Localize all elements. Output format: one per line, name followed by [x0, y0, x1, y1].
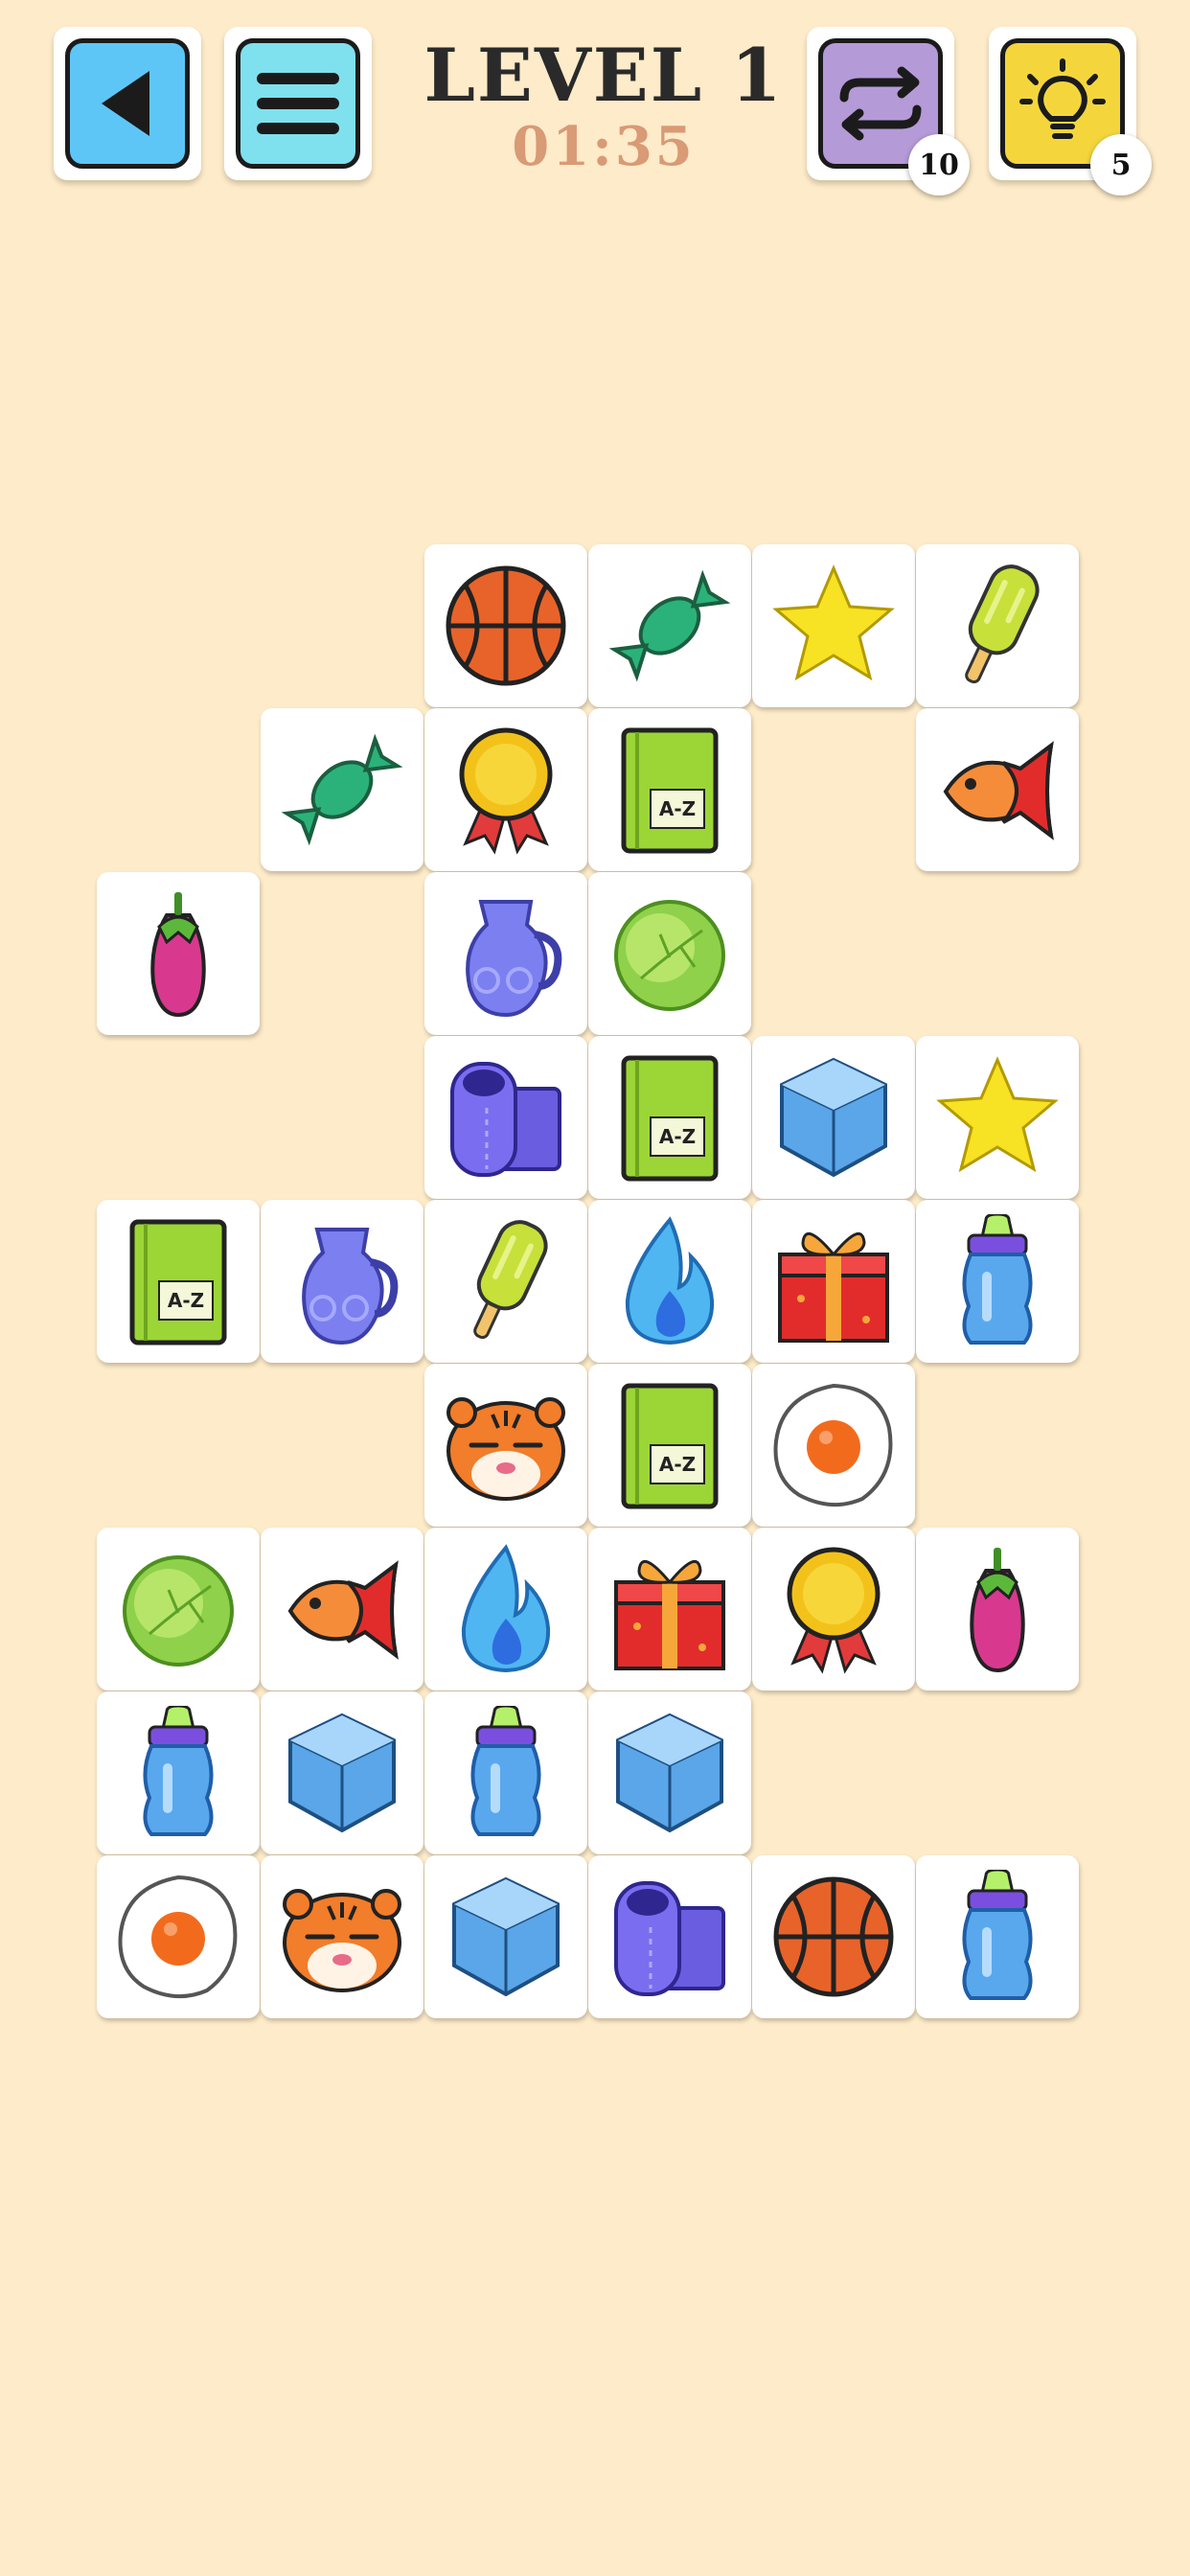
fried-egg-icon: [773, 1383, 893, 1507]
menu-button[interactable]: [224, 27, 372, 180]
tile-basketball[interactable]: [424, 544, 587, 707]
tile-jug[interactable]: [261, 1200, 423, 1363]
popsicle-icon: [473, 1220, 548, 1340]
toilet-paper-icon: [450, 1062, 561, 1177]
candy-icon: [608, 569, 731, 682]
tile-lettuce[interactable]: [588, 872, 751, 1035]
tile-book[interactable]: A-Z: [588, 1036, 751, 1199]
book-icon: A-Z: [621, 727, 719, 854]
tile-baby-bottle[interactable]: [916, 1855, 1079, 2018]
ice-cube-icon: [616, 1713, 723, 1833]
book-icon: A-Z: [621, 1383, 719, 1509]
tile-fire[interactable]: [424, 1528, 587, 1690]
medal-icon: [787, 1547, 881, 1674]
tile-book[interactable]: A-Z: [588, 708, 751, 871]
fried-egg-icon: [118, 1874, 238, 1999]
eggplant-icon: [150, 892, 206, 1018]
tile-gift[interactable]: [588, 1528, 751, 1690]
tile-book[interactable]: A-Z: [588, 1364, 751, 1527]
ice-cube-icon: [452, 1876, 560, 1997]
tile-baby-bottle[interactable]: [424, 1691, 587, 1854]
tile-candy[interactable]: [588, 544, 751, 707]
basketball-icon: [446, 565, 566, 686]
timer: 01:35: [512, 115, 696, 178]
tile-fish[interactable]: [261, 1528, 423, 1690]
tile-toilet-paper[interactable]: [588, 1855, 751, 2018]
tile-ice-cube[interactable]: [752, 1036, 915, 1199]
svg-text:A-Z: A-Z: [659, 1453, 696, 1476]
ice-cube-icon: [780, 1057, 887, 1178]
baby-bottle-icon: [470, 1706, 541, 1836]
back-button[interactable]: [54, 27, 201, 180]
tile-basketball[interactable]: [752, 1855, 915, 2018]
popsicle-icon: [965, 564, 1040, 684]
tile-fried-egg[interactable]: [752, 1364, 915, 1527]
medal-icon: [459, 727, 553, 855]
tiger-icon: [446, 1397, 565, 1501]
lettuce-icon: [614, 900, 725, 1011]
tile-medal[interactable]: [424, 708, 587, 871]
shuffle-count-badge: 10: [908, 134, 970, 196]
star-icon: [936, 1056, 1059, 1173]
jug-icon: [466, 900, 562, 1018]
tile-eggplant[interactable]: [916, 1528, 1079, 1690]
level-title: LEVEL 1: [423, 33, 784, 118]
book-icon: A-Z: [129, 1219, 227, 1346]
tile-baby-bottle[interactable]: [916, 1200, 1079, 1363]
gift-icon: [614, 1559, 725, 1670]
baby-bottle-icon: [143, 1706, 214, 1836]
tile-ice-cube[interactable]: [424, 1855, 587, 2018]
tile-toilet-paper[interactable]: [424, 1036, 587, 1199]
fire-icon: [625, 1216, 715, 1346]
eggplant-icon: [970, 1548, 1025, 1673]
tile-baby-bottle[interactable]: [97, 1691, 260, 1854]
ice-cube-icon: [288, 1713, 396, 1833]
tile-popsicle[interactable]: [424, 1200, 587, 1363]
tile-jug[interactable]: [424, 872, 587, 1035]
tile-tiger[interactable]: [261, 1855, 423, 2018]
hint-button[interactable]: 5: [989, 27, 1152, 196]
tile-popsicle[interactable]: [916, 544, 1079, 707]
tile-star[interactable]: [916, 1036, 1079, 1199]
toilet-paper-icon: [614, 1881, 725, 1996]
fish-icon: [287, 1560, 399, 1660]
tile-fire[interactable]: [588, 1200, 751, 1363]
star-icon: [772, 564, 895, 681]
tile-star[interactable]: [752, 544, 915, 707]
book-icon: A-Z: [621, 1055, 719, 1182]
tile-fish[interactable]: [916, 708, 1079, 871]
svg-text:A-Z: A-Z: [659, 1125, 696, 1148]
jug-icon: [302, 1228, 399, 1346]
candy-icon: [281, 733, 403, 846]
tile-tiger[interactable]: [424, 1364, 587, 1527]
fish-icon: [943, 741, 1054, 840]
tile-ice-cube[interactable]: [588, 1691, 751, 1854]
baby-bottle-icon: [962, 1214, 1033, 1345]
tile-medal[interactable]: [752, 1528, 915, 1690]
menu-icon: [236, 38, 360, 169]
back-arrow-icon: [65, 38, 190, 169]
lettuce-icon: [123, 1555, 234, 1667]
gift-icon: [778, 1231, 889, 1343]
tile-book[interactable]: A-Z: [97, 1200, 260, 1363]
basketball-icon: [773, 1876, 894, 1997]
hint-count-badge: 5: [1090, 134, 1152, 196]
svg-text:A-Z: A-Z: [659, 797, 696, 820]
svg-text:A-Z: A-Z: [168, 1289, 204, 1312]
tiger-icon: [283, 1889, 401, 1992]
fire-icon: [461, 1544, 551, 1673]
tile-gift[interactable]: [752, 1200, 915, 1363]
tile-ice-cube[interactable]: [261, 1691, 423, 1854]
tile-eggplant[interactable]: [97, 872, 260, 1035]
tile-lettuce[interactable]: [97, 1528, 260, 1690]
tile-candy[interactable]: [261, 708, 423, 871]
shuffle-button[interactable]: 10: [807, 27, 970, 196]
baby-bottle-icon: [962, 1870, 1033, 2000]
tile-fried-egg[interactable]: [97, 1855, 260, 2018]
